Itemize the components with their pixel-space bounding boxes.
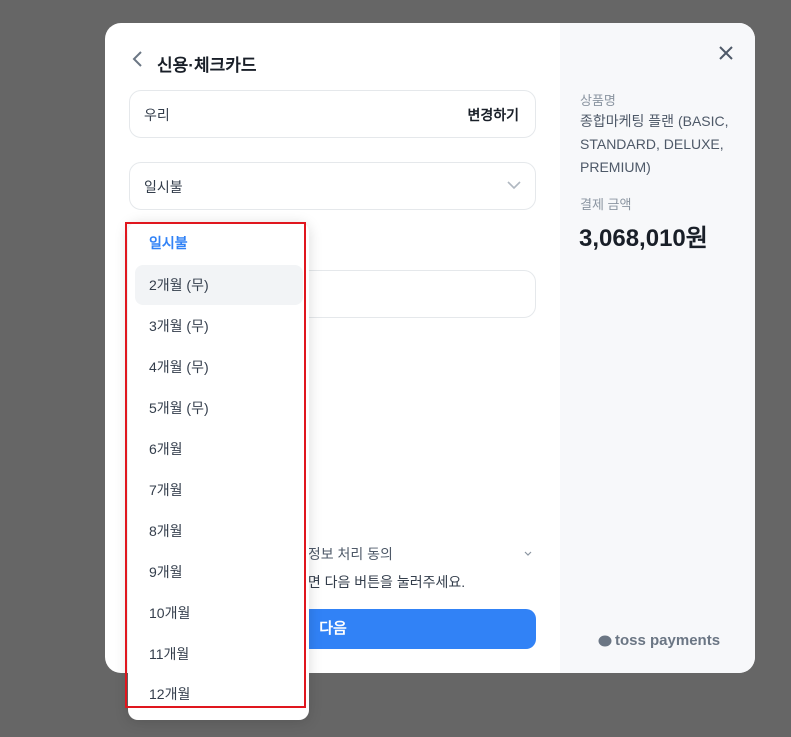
agreement-hint: 시면 다음 버튼을 눌러주세요. — [295, 574, 466, 590]
page-title: 신용·체크카드 — [157, 56, 257, 75]
close-icon[interactable] — [718, 45, 734, 61]
product-name: 종합마케팅 플랜 (BASIC, STANDARD, DELUXE, PREMI… — [580, 113, 729, 175]
installment-dropdown: 일시불 2개월 (무) 3개월 (무) 4개월 (무) 5개월 (무) 6개월 … — [128, 222, 309, 720]
installment-select[interactable]: 일시불 — [129, 162, 536, 210]
option-item[interactable]: 11개월 — [135, 634, 303, 674]
option-item[interactable]: 일시불 — [135, 223, 303, 263]
installment-value: 일시불 — [144, 179, 183, 195]
option-item[interactable]: 8개월 — [135, 511, 303, 551]
privacy-agreement-label[interactable]: 인정보 처리 동의 — [295, 544, 393, 564]
option-item[interactable]: 5개월 (무) — [135, 388, 303, 428]
option-item[interactable]: 10개월 — [135, 593, 303, 633]
back-button[interactable] — [131, 50, 147, 68]
chevron-down-icon — [507, 181, 521, 190]
option-item[interactable]: 4개월 (무) — [135, 347, 303, 387]
chevron-left-icon — [132, 51, 142, 67]
product-label: 상품명 — [580, 93, 616, 108]
option-item[interactable]: 12개월 — [135, 674, 303, 714]
option-item[interactable]: 2개월 (무) — [135, 265, 303, 305]
summary-panel: 상품명 종합마케팅 플랜 (BASIC, STANDARD, DELUXE, P… — [560, 23, 755, 673]
amount-value: 3,068,010원 — [579, 225, 708, 252]
toss-payments-logo: toss payments — [598, 632, 720, 649]
option-item[interactable]: 7개월 — [135, 470, 303, 510]
option-item[interactable]: 9개월 — [135, 552, 303, 592]
change-card-button[interactable]: 변경하기 — [467, 105, 519, 125]
toss-logo-icon — [598, 635, 612, 646]
card-value: 우리 — [144, 107, 170, 123]
chevron-down-icon[interactable] — [524, 551, 532, 557]
option-item[interactable]: 3개월 (무) — [135, 306, 303, 346]
option-item[interactable]: 6개월 — [135, 429, 303, 469]
card-field[interactable]: 우리 변경하기 — [129, 90, 536, 138]
amount-label: 결제 금액 — [580, 197, 632, 212]
